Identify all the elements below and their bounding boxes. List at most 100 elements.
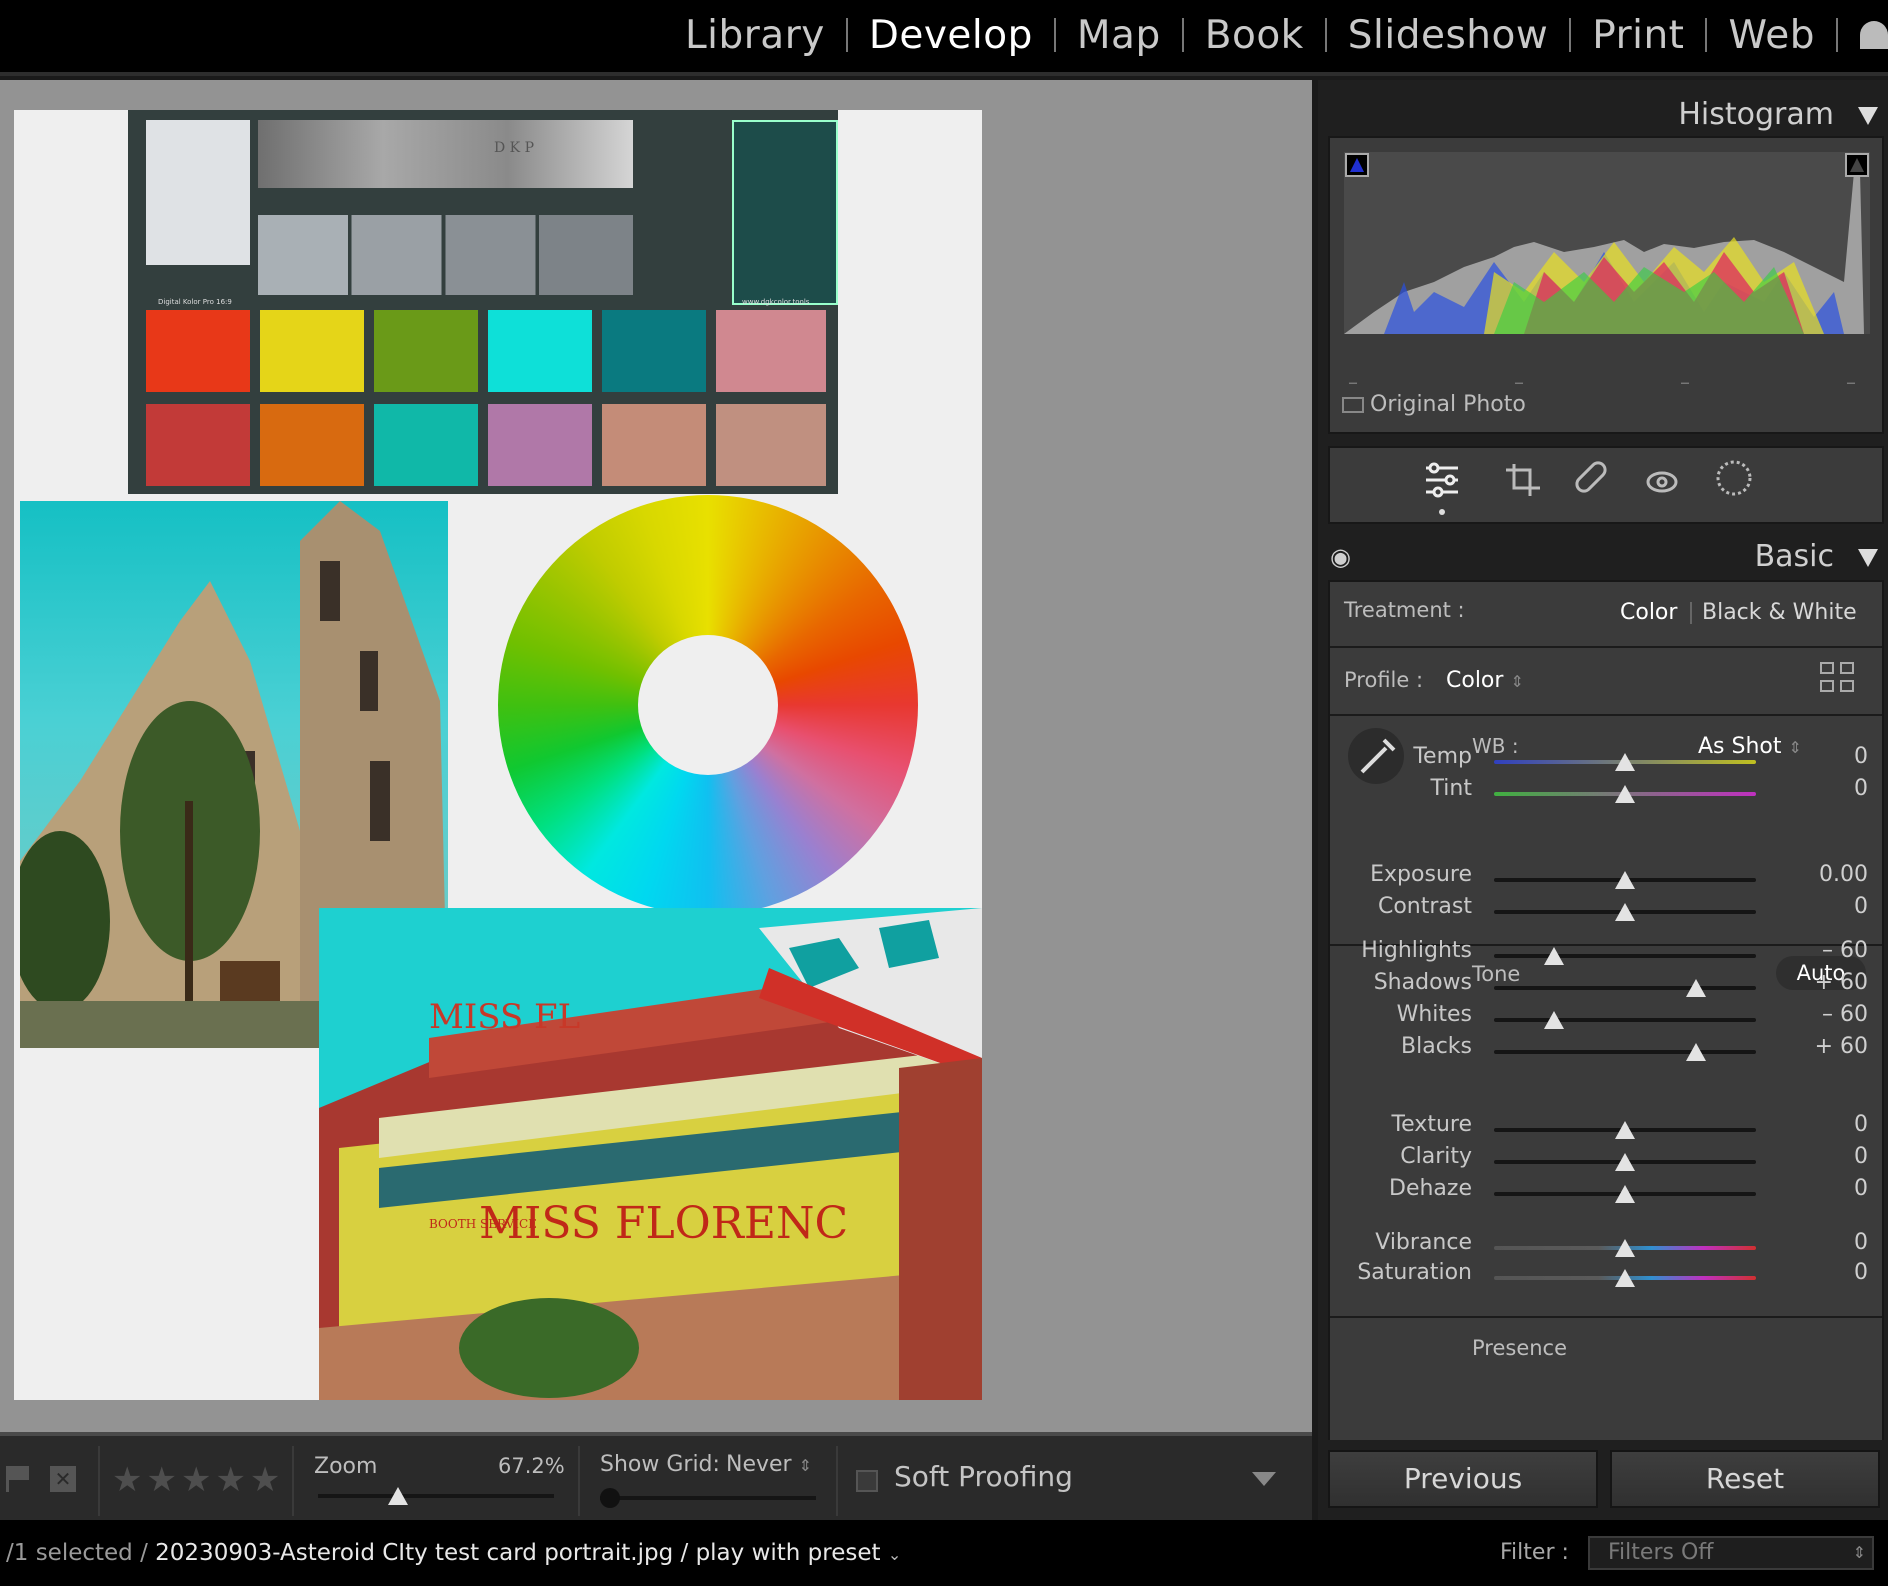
slider-value[interactable]: 0 bbox=[1778, 894, 1868, 919]
slider-texture[interactable]: Texture 0 bbox=[1330, 1112, 1880, 1146]
slider-clarity[interactable]: Clarity 0 bbox=[1330, 1144, 1880, 1178]
slider-value[interactable]: – 60 bbox=[1778, 1002, 1868, 1027]
slider-value[interactable]: 0 bbox=[1778, 1230, 1868, 1255]
slider-saturation[interactable]: Saturation 0 bbox=[1330, 1260, 1880, 1294]
original-photo-toggle[interactable]: Original Photo bbox=[1342, 392, 1526, 417]
slider-track[interactable] bbox=[1494, 785, 1756, 803]
slider-knob[interactable] bbox=[1615, 1239, 1635, 1257]
slider-value[interactable]: 0 bbox=[1778, 1260, 1868, 1285]
slider-knob[interactable] bbox=[1615, 1121, 1635, 1139]
reset-button[interactable]: Reset bbox=[1610, 1450, 1880, 1508]
profile-browser-grid-icon[interactable] bbox=[1820, 662, 1858, 694]
histogram-header[interactable]: Histogram bbox=[1318, 88, 1888, 142]
chevron-down-icon[interactable]: ⌄ bbox=[888, 1545, 901, 1564]
slider-track[interactable] bbox=[1494, 1185, 1756, 1203]
slider-vibrance[interactable]: Vibrance 0 bbox=[1330, 1230, 1880, 1264]
slider-track[interactable] bbox=[1494, 871, 1756, 889]
slider-value[interactable]: + 60 bbox=[1778, 970, 1868, 995]
slider-value[interactable]: + 60 bbox=[1778, 1034, 1868, 1059]
slider-value[interactable]: 0.00 bbox=[1778, 862, 1868, 887]
eye-icon[interactable]: ◉ bbox=[1330, 528, 1351, 586]
zoom-slider[interactable] bbox=[318, 1487, 554, 1505]
slider-knob[interactable] bbox=[1615, 1185, 1635, 1203]
slider-tint[interactable]: Tint 0 bbox=[1330, 776, 1880, 810]
module-web[interactable]: Web bbox=[1707, 13, 1836, 58]
slider-highlights[interactable]: Highlights – 60 bbox=[1330, 938, 1880, 972]
slider-value[interactable]: 0 bbox=[1778, 1144, 1868, 1169]
module-slideshow[interactable]: Slideshow bbox=[1327, 13, 1569, 58]
slider-track[interactable] bbox=[1494, 979, 1756, 997]
module-map[interactable]: Map bbox=[1056, 13, 1182, 58]
filter-dropdown[interactable]: Filters Off ⇕ bbox=[1588, 1536, 1874, 1570]
right-panel: Histogram – – – – Original Photo ◉ Basic Tr… bbox=[1318, 80, 1888, 1520]
module-separator bbox=[1836, 18, 1838, 52]
star-rating[interactable]: ★★★★★ bbox=[112, 1460, 284, 1500]
reject-flag-icon[interactable]: ✕ bbox=[50, 1466, 76, 1492]
filename-path[interactable]: 20230903-Asteroid CIty test card portrai… bbox=[155, 1540, 880, 1566]
slider-whites[interactable]: Whites – 60 bbox=[1330, 1002, 1880, 1036]
slider-track[interactable] bbox=[1494, 1239, 1756, 1257]
slider-knob[interactable] bbox=[1615, 903, 1635, 921]
slider-track[interactable] bbox=[1494, 1011, 1756, 1029]
slider-track[interactable] bbox=[1494, 1043, 1756, 1061]
slider-value[interactable]: 0 bbox=[1778, 1112, 1868, 1137]
profile-dropdown[interactable]: Color ⇕ bbox=[1446, 668, 1524, 693]
soft-proofing-label[interactable]: Soft Proofing bbox=[894, 1460, 1073, 1493]
original-photo-checkbox[interactable] bbox=[1342, 396, 1364, 413]
slider-knob[interactable] bbox=[1685, 1043, 1706, 1061]
histogram-graph[interactable] bbox=[1344, 152, 1870, 334]
cloud-icon[interactable] bbox=[1860, 21, 1888, 49]
module-develop[interactable]: Develop bbox=[848, 13, 1054, 58]
slider-shadows[interactable]: Shadows + 60 bbox=[1330, 970, 1880, 1004]
teal-patch bbox=[602, 310, 706, 392]
treatment-bw-option[interactable]: Black & White bbox=[1702, 600, 1857, 625]
treatment-separator bbox=[1690, 602, 1692, 624]
slider-knob[interactable] bbox=[1615, 753, 1635, 771]
slider-label: Texture bbox=[1391, 1112, 1472, 1137]
slider-track[interactable] bbox=[1494, 1269, 1756, 1287]
slider-track[interactable] bbox=[1494, 903, 1756, 921]
slider-blacks[interactable]: Blacks + 60 bbox=[1330, 1034, 1880, 1068]
soft-proofing-checkbox[interactable] bbox=[856, 1470, 878, 1492]
basic-header[interactable]: ◉ Basic bbox=[1318, 528, 1888, 586]
slider-contrast[interactable]: Contrast 0 bbox=[1330, 894, 1880, 928]
toolbar-menu-triangle-icon[interactable] bbox=[1252, 1472, 1276, 1486]
white-patch bbox=[146, 120, 250, 265]
previous-button[interactable]: Previous bbox=[1328, 1450, 1598, 1508]
slider-label: Shadows bbox=[1373, 970, 1472, 995]
original-photo-label: Original Photo bbox=[1370, 392, 1526, 417]
slider-exposure[interactable]: Exposure 0.00 bbox=[1330, 862, 1880, 896]
slider-knob[interactable] bbox=[1615, 1153, 1635, 1171]
show-grid-dropdown[interactable]: Never ⇕ bbox=[726, 1452, 812, 1477]
module-book[interactable]: Book bbox=[1184, 13, 1325, 58]
slider-track[interactable] bbox=[1494, 947, 1756, 965]
slider-knob[interactable] bbox=[1544, 947, 1565, 965]
slider-dehaze[interactable]: Dehaze 0 bbox=[1330, 1176, 1880, 1210]
module-print[interactable]: Print bbox=[1571, 13, 1705, 58]
slider-value[interactable]: 0 bbox=[1778, 776, 1868, 801]
slider-value[interactable]: 0 bbox=[1778, 1176, 1868, 1201]
grid-slider[interactable] bbox=[600, 1488, 816, 1508]
slider-track[interactable] bbox=[1494, 1121, 1756, 1139]
slider-knob[interactable] bbox=[1615, 1269, 1635, 1287]
slider-knob[interactable] bbox=[1544, 1011, 1565, 1029]
module-picker: Library Develop Map Book Slideshow Print… bbox=[0, 0, 1888, 76]
image-viewer[interactable]: D K P Digital Kolor Pro 16:9 www.dgkcolo… bbox=[0, 80, 1312, 1432]
slider-value[interactable]: – 60 bbox=[1778, 938, 1868, 963]
slider-knob[interactable] bbox=[1685, 979, 1706, 997]
slider-knob[interactable] bbox=[1615, 785, 1635, 803]
aqua-patch bbox=[374, 404, 478, 486]
slider-value[interactable]: 0 bbox=[1778, 744, 1868, 769]
yellow-patch bbox=[260, 310, 364, 392]
divider bbox=[578, 1446, 580, 1516]
slider-track[interactable] bbox=[1494, 753, 1756, 771]
module-library[interactable]: Library bbox=[664, 13, 846, 58]
slider-track[interactable] bbox=[1494, 1153, 1756, 1171]
grid-slider-knob[interactable] bbox=[600, 1488, 620, 1508]
zoom-slider-knob[interactable] bbox=[388, 1487, 409, 1505]
slider-temp[interactable]: Temp 0 bbox=[1330, 744, 1880, 778]
flag-icon[interactable] bbox=[6, 1466, 30, 1492]
slider-knob[interactable] bbox=[1615, 871, 1635, 889]
treatment-color-option[interactable]: Color bbox=[1620, 600, 1677, 625]
red-eye-icon bbox=[1646, 471, 1678, 493]
